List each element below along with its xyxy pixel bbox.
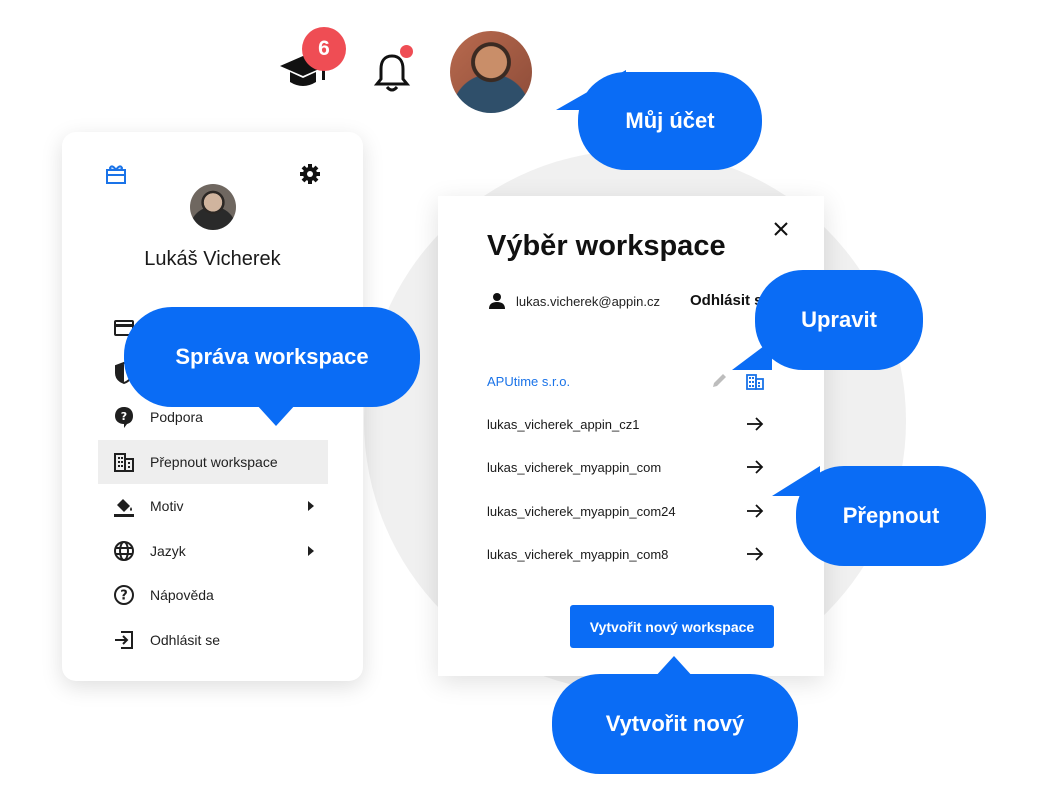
logout-link[interactable]: Odhlásit s bbox=[690, 292, 763, 309]
callout-edit: Upravit bbox=[755, 270, 923, 370]
menu-item-label: Podpora bbox=[150, 409, 203, 425]
arrow-right-icon[interactable] bbox=[745, 457, 765, 477]
notification-count-badge: 6 bbox=[302, 27, 346, 71]
workspace-row[interactable]: lukas_vicherek_myappin_com bbox=[487, 455, 777, 479]
workspace-row[interactable]: lukas_vicherek_myappin_com8 bbox=[487, 542, 777, 566]
menu-item-label: Nápověda bbox=[150, 587, 214, 603]
globe-icon bbox=[114, 541, 134, 561]
callout-switch: Přepnout bbox=[796, 466, 986, 566]
workspace-row[interactable]: APUtime s.r.o. bbox=[487, 369, 777, 393]
pencil-icon[interactable] bbox=[709, 371, 729, 391]
close-icon[interactable] bbox=[770, 218, 792, 240]
callout-workspace-management: Správa workspace bbox=[124, 307, 420, 407]
logout-icon bbox=[115, 631, 133, 649]
help-bubble-icon: ? bbox=[115, 407, 133, 428]
workspace-name: lukas_vicherek_myappin_com8 bbox=[487, 546, 669, 562]
menu-item-help[interactable]: ? Nápověda bbox=[98, 573, 328, 617]
svg-text:?: ? bbox=[121, 410, 127, 423]
building-icon bbox=[746, 374, 764, 390]
question-circle-icon: ? bbox=[114, 585, 134, 605]
menu-item-label: Jazyk bbox=[150, 543, 186, 559]
menu-item-switch-workspace[interactable]: Přepnout workspace bbox=[98, 440, 328, 484]
workspace-name: APUtime s.r.o. bbox=[487, 373, 571, 389]
workspace-dialog bbox=[438, 196, 824, 676]
submenu-arrow-icon bbox=[308, 546, 314, 556]
callout-my-account: Můj účet bbox=[578, 72, 762, 170]
paint-bucket-icon bbox=[114, 499, 134, 517]
menu-item-logout[interactable]: Odhlásit se bbox=[98, 618, 328, 662]
menu-item-label: Motiv bbox=[150, 498, 184, 514]
user-name: Lukáš Vicherek bbox=[144, 248, 281, 270]
menu-item-language[interactable]: Jazyk bbox=[98, 529, 328, 573]
gear-icon[interactable] bbox=[298, 162, 322, 186]
create-workspace-button[interactable]: Vytvořit nový workspace bbox=[570, 605, 774, 648]
dialog-title: Výběr workspace bbox=[487, 230, 726, 262]
arrow-right-icon[interactable] bbox=[745, 501, 765, 521]
workspace-row[interactable]: lukas_vicherek_appin_cz1 bbox=[487, 412, 777, 436]
gift-icon[interactable] bbox=[104, 162, 128, 186]
submenu-arrow-icon bbox=[308, 501, 314, 511]
workspace-name: lukas_vicherek_appin_cz1 bbox=[487, 416, 640, 432]
unread-dot bbox=[400, 45, 413, 58]
workspace-name: lukas_vicherek_myappin_com24 bbox=[487, 503, 676, 519]
svg-text:?: ? bbox=[120, 589, 128, 604]
menu-item-label: Odhlásit se bbox=[150, 632, 221, 648]
user-email: lukas.vicherek@appin.cz bbox=[516, 294, 660, 309]
workspace-row[interactable]: lukas_vicherek_myappin_com24 bbox=[487, 499, 777, 523]
menu-item-label: Přepnout workspace bbox=[150, 454, 278, 470]
account-avatar[interactable] bbox=[450, 31, 532, 113]
menu-item-theme[interactable]: Motiv bbox=[98, 484, 328, 528]
building-icon bbox=[114, 453, 134, 472]
person-icon bbox=[489, 293, 505, 309]
arrow-right-icon[interactable] bbox=[745, 414, 765, 434]
callout-tail bbox=[256, 404, 296, 426]
arrow-right-icon[interactable] bbox=[745, 544, 765, 564]
workspace-name: lukas_vicherek_myappin_com bbox=[487, 459, 662, 475]
callout-create-new: Vytvořit nový bbox=[552, 674, 798, 774]
user-avatar bbox=[190, 184, 236, 230]
